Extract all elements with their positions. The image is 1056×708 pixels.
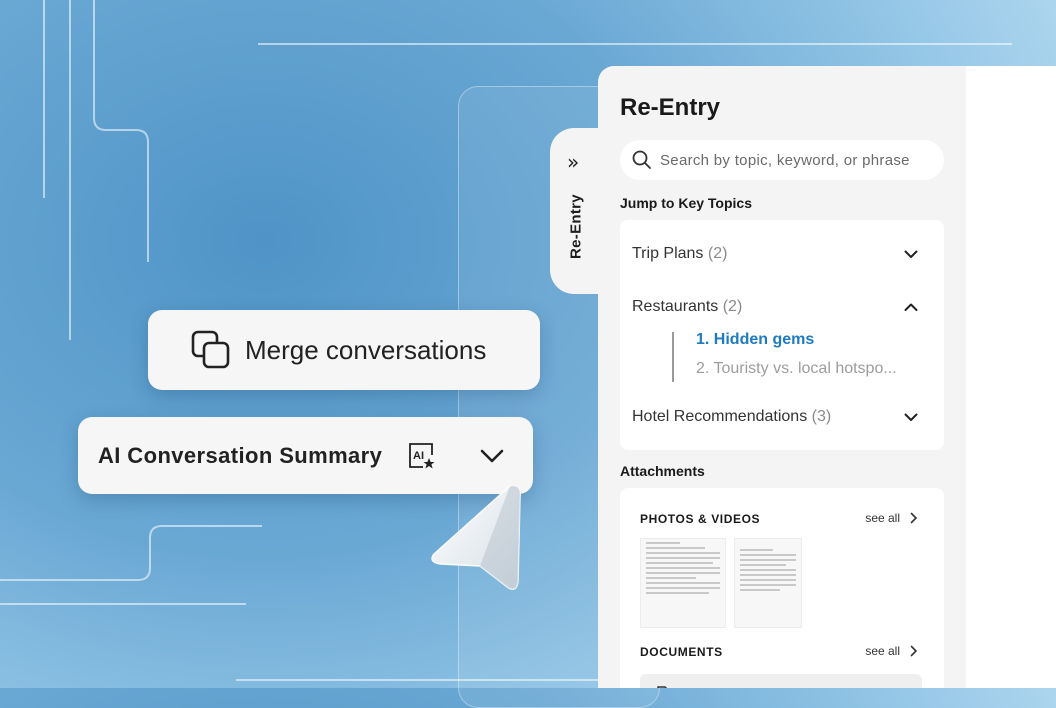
photo-thumbnail[interactable] [734, 538, 802, 628]
subtopic-hidden-gems[interactable]: 1. Hidden gems [696, 331, 814, 349]
chevron-right-icon [910, 645, 918, 657]
chevron-down-icon[interactable] [480, 448, 504, 464]
topic-count: (2) [722, 298, 743, 315]
topic-name: Restaurants [632, 298, 719, 315]
document-item[interactable] [640, 674, 922, 688]
chevron-down-icon[interactable] [904, 410, 918, 424]
chevron-down-icon[interactable] [904, 247, 918, 261]
cursor-arrow-icon [431, 485, 522, 590]
summary-label: AI Conversation Summary [98, 442, 383, 468]
see-all-label: see all [865, 511, 900, 525]
topic-name: Hotel Recommendations [632, 408, 808, 425]
chevron-right-icon [910, 512, 918, 524]
merge-icon [191, 330, 230, 369]
subtopic-line [672, 332, 674, 382]
re-entry-panel: Re-Entry Search by topic, keyword, or ph… [598, 66, 966, 688]
search-input[interactable]: Search by topic, keyword, or phrase [620, 140, 944, 180]
merge-conversations-button[interactable]: Merge conversations [148, 310, 540, 390]
panel-title: Re-Entry [620, 94, 721, 121]
attachments-card: PHOTOS & VIDEOS see all DOCUMENTS see al… [620, 488, 944, 688]
subtopic-touristy[interactable]: 2. Touristy vs. local hotspo... [696, 360, 897, 378]
attachments-label: Attachments [620, 463, 705, 479]
chevrons-right-icon[interactable]: » [567, 150, 579, 174]
documents-label: DOCUMENTS [640, 645, 723, 659]
search-icon [632, 150, 651, 169]
documents-see-all-link[interactable]: see all [865, 644, 918, 658]
photos-see-all-link[interactable]: see all [865, 511, 918, 525]
see-all-label: see all [865, 644, 900, 658]
re-entry-tab[interactable]: » Re-Entry [550, 128, 602, 294]
ai-badge-text: AI [413, 450, 424, 462]
photos-label: PHOTOS & VIDEOS [640, 512, 761, 526]
topic-count: (3) [811, 408, 832, 425]
topic-trip-plans[interactable]: Trip Plans (2) [632, 245, 727, 263]
ai-sparkle-icon: AI [409, 442, 435, 468]
photo-thumbnail[interactable] [640, 538, 726, 628]
topic-hotel-recommendations[interactable]: Hotel Recommendations (3) [632, 408, 831, 426]
chevron-up-icon[interactable] [904, 300, 918, 314]
tab-label: Re-Entry [567, 194, 585, 259]
topics-list: Trip Plans (2) Restaurants (2) 1. Hidden… [620, 220, 944, 450]
search-placeholder: Search by topic, keyword, or phrase [660, 151, 910, 169]
merge-label: Merge conversations [245, 334, 487, 365]
topic-restaurants[interactable]: Restaurants (2) [632, 298, 742, 316]
topic-name: Trip Plans [632, 245, 704, 262]
content-area [966, 66, 1056, 688]
topic-count: (2) [707, 245, 728, 262]
jump-label: Jump to Key Topics [620, 195, 752, 211]
